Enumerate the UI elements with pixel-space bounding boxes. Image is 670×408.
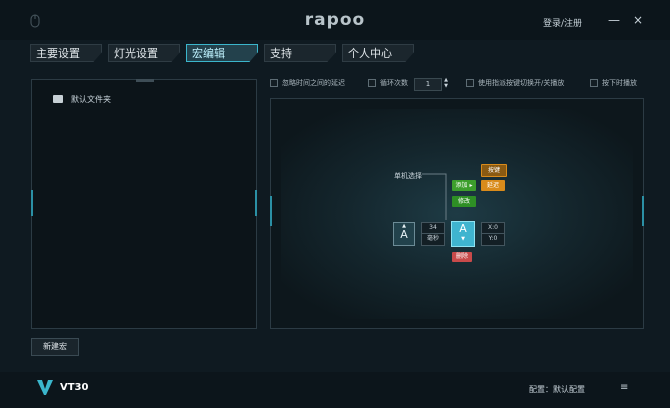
loop-count-stepper[interactable]: ▲ ▼ bbox=[442, 77, 450, 90]
toggle-play-checkbox[interactable] bbox=[466, 79, 474, 87]
tab-macro-editor[interactable]: 宏编辑 bbox=[186, 44, 258, 62]
tab-lighting[interactable]: 灯光设置 bbox=[108, 44, 180, 62]
key-button[interactable]: 按键 bbox=[481, 164, 507, 177]
add-button[interactable]: 添加 ▸ bbox=[452, 180, 476, 191]
folder-item-default[interactable]: 默认文件夹 bbox=[71, 94, 111, 105]
tab-profile[interactable]: 个人中心 bbox=[342, 44, 414, 62]
panel-accent-right bbox=[255, 190, 257, 216]
editor-glow bbox=[281, 109, 633, 319]
single-select-label: 单机选择 bbox=[394, 172, 422, 180]
app-window: rapoo 登录/注册 — × 主要设置 灯光设置 宏编辑 支持 个人中心 默认… bbox=[0, 0, 670, 408]
ignore-delay-checkbox[interactable] bbox=[270, 79, 278, 87]
editor-accent-left bbox=[270, 196, 272, 226]
title-bar: rapoo 登录/注册 — × bbox=[0, 0, 670, 40]
loop-count-option[interactable]: 循环次数 bbox=[368, 78, 408, 88]
loop-count-label: 循环次数 bbox=[380, 79, 408, 87]
config-value: 默认配置 bbox=[553, 385, 585, 394]
loop-count-input[interactable]: 1 bbox=[414, 78, 442, 91]
panel-notch bbox=[136, 79, 154, 82]
modify-button[interactable]: 修改 bbox=[452, 196, 476, 207]
connector-line bbox=[422, 173, 447, 220]
config-label: 配置： bbox=[529, 385, 553, 394]
delay-value-box[interactable]: 34 毫秒 bbox=[421, 222, 445, 246]
hold-play-label: 按下时播放 bbox=[602, 79, 637, 87]
delete-button[interactable]: 删除 bbox=[452, 252, 472, 262]
toggle-play-option[interactable]: 使用指派按键切换开/关播放 bbox=[466, 78, 564, 88]
key-a-left-label: A bbox=[400, 228, 408, 241]
ignore-delay-label: 忽略时间之间的延迟 bbox=[282, 79, 345, 87]
hold-play-checkbox[interactable] bbox=[590, 79, 598, 87]
close-button[interactable]: × bbox=[632, 14, 644, 26]
hold-play-option[interactable]: 按下时播放 bbox=[590, 78, 637, 88]
macro-editor-panel bbox=[270, 98, 644, 329]
new-macro-button[interactable]: 新建宏 bbox=[31, 338, 79, 356]
tab-support[interactable]: 支持 bbox=[264, 44, 336, 62]
x-coord: X:0 bbox=[482, 223, 504, 234]
vt-logo-icon bbox=[37, 380, 53, 395]
loop-count-checkbox[interactable] bbox=[368, 79, 376, 87]
delay-value: 34 bbox=[422, 223, 444, 234]
delay-button[interactable]: 延迟 bbox=[481, 180, 505, 191]
device-model: VT30 bbox=[60, 382, 89, 393]
arrow-down-icon: ▼ bbox=[461, 236, 465, 242]
login-link[interactable]: 登录/注册 bbox=[543, 16, 582, 29]
coord-box: X:0 Y:0 bbox=[481, 222, 505, 246]
folder-icon bbox=[53, 95, 63, 103]
key-a-left[interactable]: ▲ A bbox=[393, 222, 415, 246]
panel-accent-left bbox=[31, 190, 33, 216]
delay-unit: 毫秒 bbox=[426, 235, 439, 242]
y-coord: Y:0 bbox=[488, 235, 498, 242]
key-a-right[interactable]: A ▼ bbox=[451, 221, 475, 247]
toggle-play-label: 使用指派按键切换开/关播放 bbox=[478, 79, 565, 87]
editor-accent-right bbox=[642, 196, 644, 226]
tab-main-settings[interactable]: 主要设置 bbox=[30, 44, 102, 62]
menu-icon[interactable]: ≡ bbox=[620, 382, 628, 393]
macro-list-panel: 默认文件夹 bbox=[31, 79, 257, 329]
ignore-delay-option[interactable]: 忽略时间之间的延迟 bbox=[270, 78, 345, 88]
current-config[interactable]: 配置：默认配置 bbox=[529, 384, 585, 395]
minimize-button[interactable]: — bbox=[608, 14, 620, 26]
key-a-right-label: A bbox=[459, 222, 467, 235]
